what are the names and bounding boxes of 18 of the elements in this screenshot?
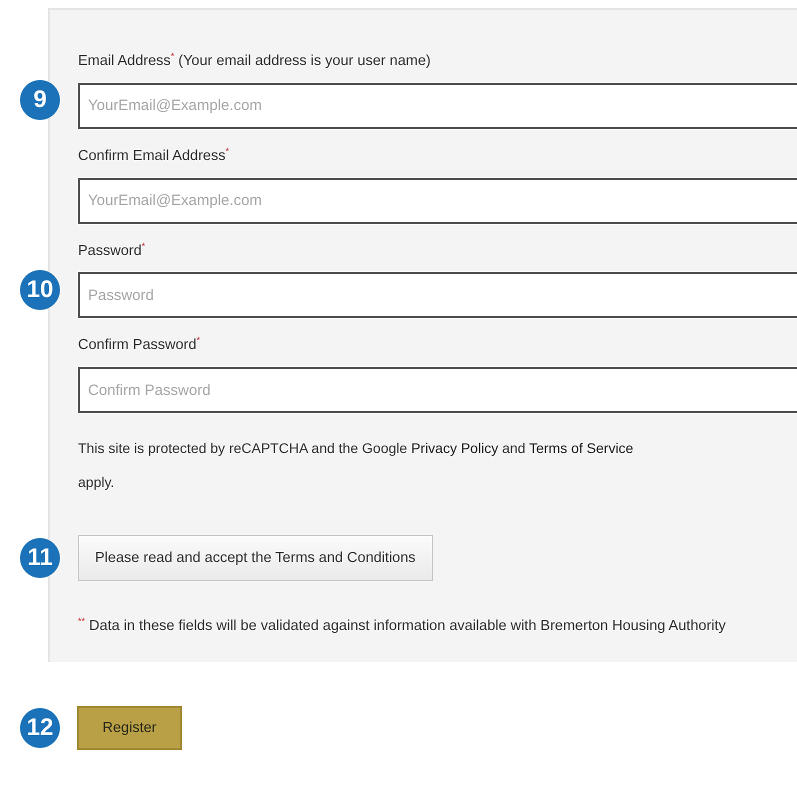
step-number-badge: 11 [20, 538, 60, 578]
input-field[interactable]: Password [78, 272, 797, 318]
step-number-badge: 10 [20, 270, 60, 310]
input-field[interactable]: YourEmail@Example.com [78, 178, 797, 224]
footnote: $^{**}$ Data in these fields will be validated against information available with Bremerton Housing Authority [78, 615, 727, 636]
field-label: Email Address$^{*}$ (Your email address is your user name) [78, 50, 432, 71]
register-button[interactable]: Register [77, 706, 182, 750]
input-field[interactable]: Confirm Password [78, 367, 797, 414]
step-number-badge: 9 [20, 80, 60, 120]
privacy-policy-link[interactable]: Privacy Policy [411, 440, 498, 456]
field-label: Password$^{*}$ [78, 240, 146, 260]
terms-of-service-link[interactable]: Terms of Service [529, 440, 634, 456]
field-label: Confirm Email Address$^{*}$ [78, 144, 230, 166]
input-field[interactable]: YourEmail@Example.com [78, 82, 797, 129]
field-label: Confirm Password$^{*}$ [78, 334, 201, 356]
terms-button[interactable]: Please read and accept the Terms and Conditions [78, 535, 433, 582]
recaptcha-notice: This site is protected by reCAPTCHA and the Google Privacy Policy and Terms of Service apply. [78, 439, 634, 492]
step-number-badge: 12 [20, 708, 60, 748]
